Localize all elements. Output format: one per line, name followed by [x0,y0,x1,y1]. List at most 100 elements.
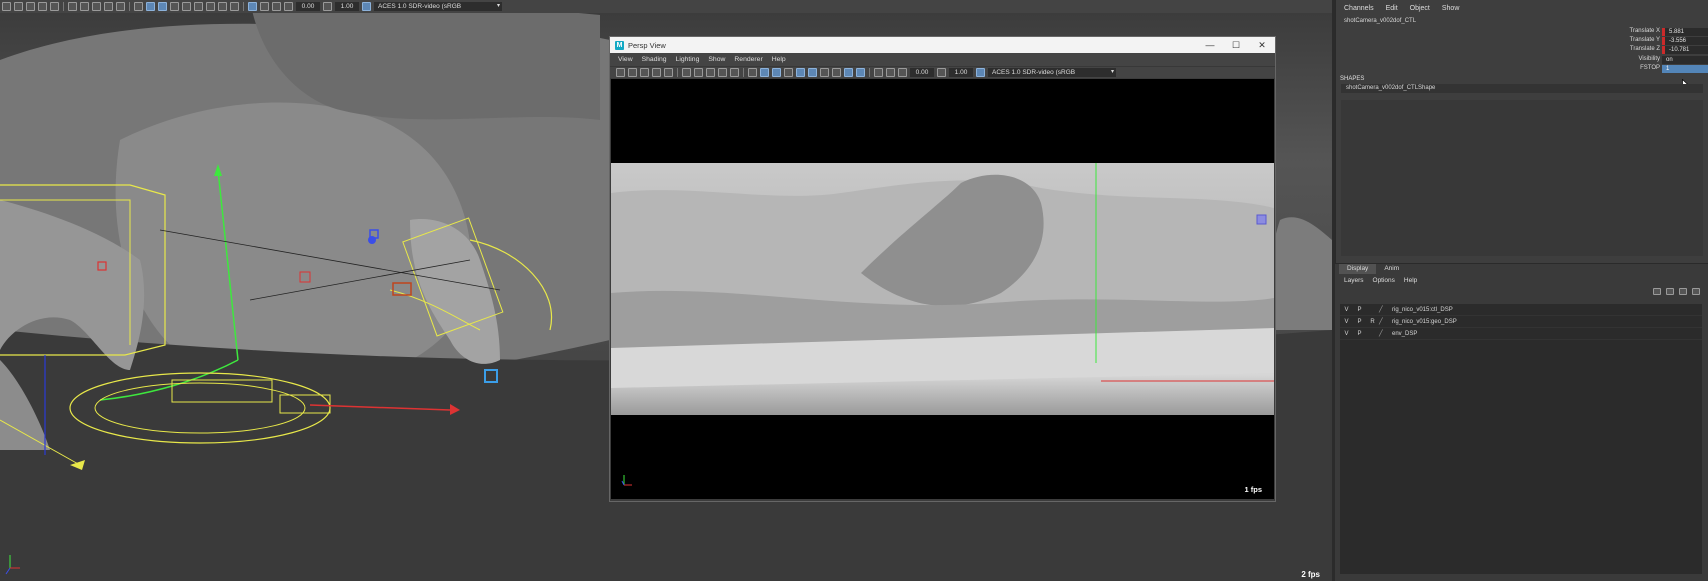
exposure-icon[interactable] [898,68,907,77]
maximize-button[interactable]: ☐ [1223,37,1249,53]
ambient-occlusion-icon[interactable] [808,68,817,77]
film-gate-icon[interactable] [682,68,691,77]
shape-node-row[interactable]: shotCamera_v002dof_CTLShape [1341,84,1703,93]
attr-row-translate-z[interactable]: Translate Z [1380,46,1660,54]
camera-icon[interactable] [616,68,625,77]
layer-row[interactable]: V P ╱ rig_nico_v015:ctl_DSP [1340,304,1702,316]
motion-blur-icon[interactable] [206,2,215,11]
color-management-icon[interactable] [362,2,371,11]
window-titlebar[interactable]: M Persp View — ☐ ✕ [610,37,1275,53]
textured-icon[interactable] [772,68,781,77]
minimize-button[interactable]: — [1197,37,1223,53]
menu-shading[interactable]: Shading [642,56,667,63]
attr-value-translate-z[interactable]: -10.781 [1662,46,1708,54]
field-chart-icon[interactable] [104,2,113,11]
color-management-icon[interactable] [976,68,985,77]
persp-view-window[interactable]: M Persp View — ☐ ✕ View Shading Lighting… [609,36,1276,502]
menu-renderer[interactable]: Renderer [734,56,762,63]
attr-value-translate-x[interactable]: 5.881 [1662,28,1708,36]
select-camera-icon[interactable] [628,68,637,77]
ambient-occlusion-icon[interactable] [194,2,203,11]
layer-display-type-toggle[interactable]: R [1366,319,1379,325]
resolution-gate-icon[interactable] [80,2,89,11]
render-view-image[interactable] [611,163,1274,415]
shadows-icon[interactable] [182,2,191,11]
layer-name[interactable]: rig_nico_v015:geo_DSP [1387,319,1457,325]
selected-node-name[interactable]: shotCamera_v002dof_CTL [1344,18,1416,24]
close-button[interactable]: ✕ [1249,37,1275,53]
safe-action-icon[interactable] [730,68,739,77]
layer-visibility-toggle[interactable]: V [1340,331,1353,337]
attr-row-translate-y[interactable]: Translate Y [1380,37,1660,45]
view-transform-select[interactable]: ACES 1.0 SDR-video (sRGB ▾ [374,2,502,11]
layer-name[interactable]: rig_nico_v015:ctl_DSP [1387,307,1453,313]
move-layer-up-icon[interactable] [1653,288,1661,295]
xray-joints-icon[interactable] [248,2,257,11]
gamma-field[interactable]: 1.00 [335,2,359,11]
new-layer-from-selection-icon[interactable] [1692,288,1700,295]
lights-icon[interactable] [170,2,179,11]
motion-blur-icon[interactable] [820,68,829,77]
layer-playback-toggle[interactable]: P [1353,307,1366,313]
layer-color-swatch[interactable]: ╱ [1379,330,1387,337]
gate-mask-icon[interactable] [706,68,715,77]
wireframe-icon[interactable] [748,68,757,77]
tab-anim[interactable]: Anim [1376,264,1407,274]
layer-playback-toggle[interactable]: P [1353,319,1366,325]
layer-row[interactable]: V P ╱ env_DSP [1340,328,1702,340]
persp-viewport[interactable]: 1 fps [611,79,1274,499]
menu-help[interactable]: Help [772,56,786,63]
layer-name[interactable]: env_DSP [1387,331,1417,337]
camera-icon[interactable] [2,2,11,11]
textured-icon[interactable] [158,2,167,11]
image-plane-icon[interactable] [652,68,661,77]
attr-row-visibility[interactable]: Visibility [1380,56,1660,64]
wireframe-icon[interactable] [134,2,143,11]
bookmark-icon[interactable] [26,2,35,11]
xray-joints-icon[interactable] [856,68,865,77]
isolate-select-icon[interactable] [832,68,841,77]
attr-value-fstop[interactable]: 1 [1662,65,1708,73]
grid-icon[interactable] [664,68,673,77]
attr-row-fstop[interactable]: FSTOP [1380,65,1660,73]
layer-row[interactable]: V P R ╱ rig_nico_v015:geo_DSP [1340,316,1702,328]
menu-object[interactable]: Object [1410,5,1430,12]
exposure-field[interactable]: 0.00 [296,2,320,11]
new-empty-layer-icon[interactable] [1679,288,1687,295]
layer-playback-toggle[interactable]: P [1353,331,1366,337]
menu-edit[interactable]: Edit [1386,5,1398,12]
tab-display[interactable]: Display [1339,264,1377,274]
bookmark-icon[interactable] [640,68,649,77]
exposure-field[interactable]: 0.00 [910,68,934,77]
gamma-icon[interactable] [323,2,332,11]
menu-show[interactable]: Show [1442,5,1460,12]
menu-channels[interactable]: Channels [1344,5,1374,12]
menu-options[interactable]: Options [1373,277,1395,284]
image-plane-icon[interactable] [38,2,47,11]
render-locator-blue[interactable] [1256,214,1267,225]
locator-blue[interactable] [368,236,376,244]
field-chart-icon[interactable] [718,68,727,77]
layer-color-swatch[interactable]: ╱ [1379,306,1387,313]
backface-icon[interactable] [874,68,883,77]
gate-mask-icon[interactable] [92,2,101,11]
move-layer-down-icon[interactable] [1666,288,1674,295]
attr-value-visibility[interactable]: on [1662,56,1708,64]
hud-icon[interactable] [886,68,895,77]
shadows-icon[interactable] [796,68,805,77]
menu-help[interactable]: Help [1404,277,1417,284]
safe-action-icon[interactable] [116,2,125,11]
xray-icon[interactable] [844,68,853,77]
isolate-select-icon[interactable] [218,2,227,11]
resolution-gate-icon[interactable] [694,68,703,77]
menu-show[interactable]: Show [708,56,725,63]
gamma-field[interactable]: 1.00 [949,68,973,77]
backface-icon[interactable] [260,2,269,11]
smooth-shade-icon[interactable] [760,68,769,77]
layer-visibility-toggle[interactable]: V [1340,307,1353,313]
menu-lighting[interactable]: Lighting [676,56,700,63]
exposure-icon[interactable] [284,2,293,11]
xray-icon[interactable] [230,2,239,11]
film-gate-icon[interactable] [68,2,77,11]
attr-value-translate-y[interactable]: -3.556 [1662,37,1708,45]
